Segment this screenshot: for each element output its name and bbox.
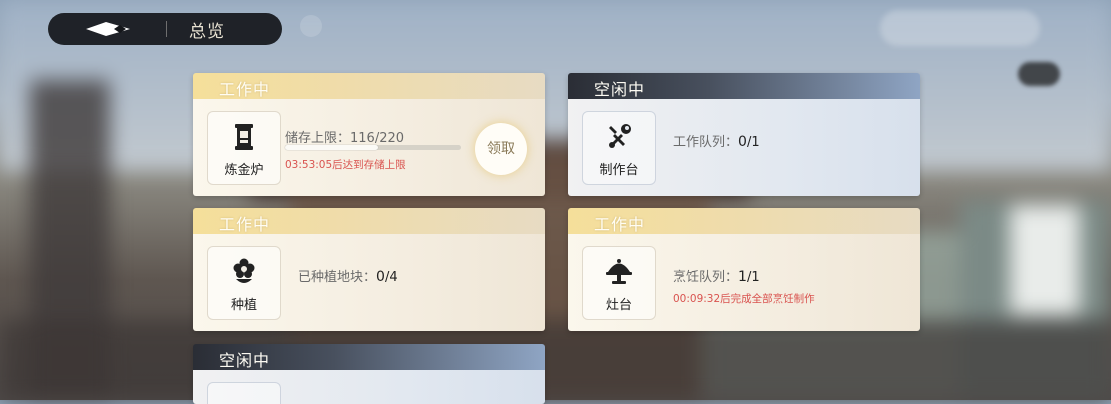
card-status-header: 空闲中 [193, 344, 545, 370]
claim-button[interactable]: 领取 [475, 123, 527, 175]
status-label: 空闲中 [594, 80, 646, 99]
storage-label: 储存上限： [285, 131, 351, 146]
plots-current: 0 [376, 269, 385, 285]
card-status-header: 空闲中 [568, 73, 920, 99]
facility-name: 灶台 [605, 298, 632, 313]
plots-label: 已种植地块： [298, 270, 377, 285]
facility-card-partial: 空闲中 [193, 344, 545, 404]
facility-button-alchemy[interactable]: 炼金炉 [207, 111, 281, 185]
queue-total: /1 [746, 135, 760, 150]
status-label: 工作中 [219, 215, 271, 234]
facility-name: 种植 [230, 298, 257, 313]
divider [166, 21, 167, 37]
queue-label: 工作队列： [673, 135, 739, 150]
blurred-circle-icon [300, 15, 322, 37]
facility-name: 炼金炉 [224, 163, 264, 178]
plots-total: /4 [384, 270, 398, 285]
queue-current: 0 [738, 134, 747, 150]
storage-value: 116/220 [350, 131, 405, 146]
facility-card-alchemy: 工作中 炼金炉 储存上限：116/220 03:53:05后达到存储上限 领取 [193, 73, 545, 196]
card-status-header: 工作中 [193, 208, 545, 234]
storage-warning: 03:53:05后达到存储上限 [285, 159, 406, 171]
card-status-header: 工作中 [568, 208, 920, 234]
flower-icon [230, 257, 258, 287]
facility-button-planting[interactable]: 种植 [207, 246, 281, 320]
wrench-icon [605, 122, 633, 152]
status-label: 工作中 [594, 215, 646, 234]
facility-card-workbench: 空闲中 制作台 工作队列：0/1 [568, 73, 920, 196]
facility-button-workbench[interactable]: 制作台 [582, 111, 656, 185]
hourglass-icon [230, 122, 258, 152]
storage-progress-bar [285, 145, 461, 150]
status-label: 空闲中 [219, 351, 271, 370]
blurred-status-pill [880, 10, 1040, 46]
back-arrow-icon[interactable] [86, 20, 130, 38]
queue-info: 工作队列：0/1 [673, 131, 760, 150]
facility-button-partial[interactable] [207, 382, 281, 404]
storage-progress-fill [285, 145, 379, 150]
background-scene [0, 0, 1111, 400]
status-label: 工作中 [219, 80, 271, 99]
blurred-button [1018, 62, 1060, 86]
facility-card-stove: 工作中 灶台 烹饪队列：1/1 00:09:32后完成全部烹饪制作 [568, 208, 920, 331]
cooking-queue-info: 烹饪队列：1/1 [673, 266, 760, 285]
cloche-icon [605, 257, 633, 287]
page-title: 总览 [189, 21, 225, 42]
facility-card-planting: 工作中 种植 已种植地块：0/4 [193, 208, 545, 331]
top-bar: 总览 [48, 13, 282, 45]
facility-button-stove[interactable]: 灶台 [582, 246, 656, 320]
storage-info: 储存上限：116/220 [285, 127, 404, 146]
cooking-timer: 00:09:32后完成全部烹饪制作 [673, 293, 815, 305]
plots-info: 已种植地块：0/4 [298, 266, 398, 285]
facility-name: 制作台 [599, 163, 639, 178]
card-status-header: 工作中 [193, 73, 545, 99]
cooking-queue-current: 1 [738, 269, 747, 285]
cooking-queue-total: /1 [746, 270, 760, 285]
cooking-queue-label: 烹饪队列： [673, 270, 739, 285]
